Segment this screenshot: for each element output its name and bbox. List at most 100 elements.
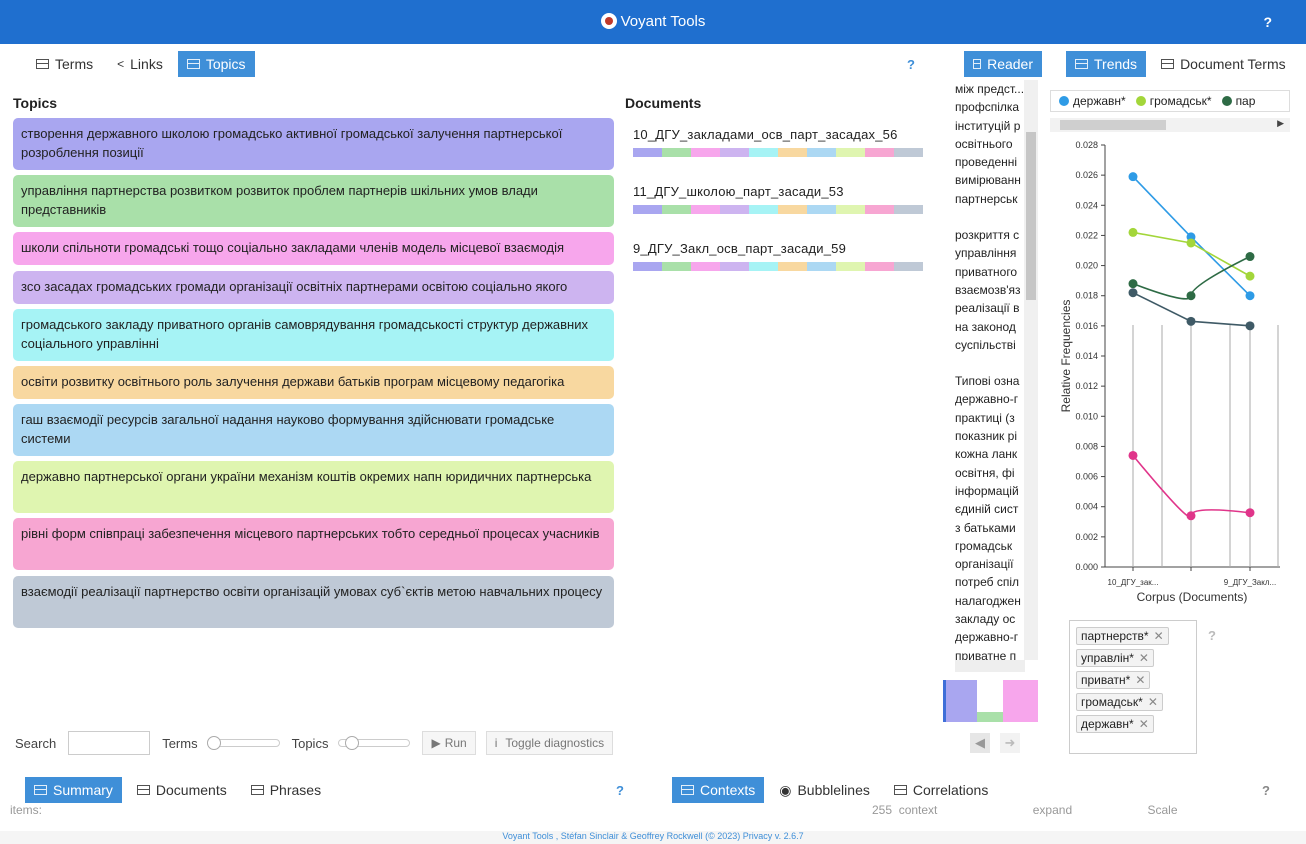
reader-line: з батьками — [955, 520, 1016, 535]
reader-line: кожна ланк — [955, 447, 1018, 462]
reader-line: державно-г — [955, 630, 1019, 645]
reader-line: вимірюванн — [955, 173, 1021, 188]
tab-contexts[interactable]: Contexts — [672, 777, 765, 803]
trends-legend[interactable]: державн* громадськ* пар — [1050, 90, 1290, 112]
toggle-diagnostics-button[interactable]: i Toggle diagnostics — [485, 731, 614, 755]
tab-links[interactable]: < Links — [108, 51, 172, 77]
term-chip[interactable]: громадськ* ✕ — [1076, 693, 1163, 711]
legend-item[interactable]: громадськ* — [1135, 94, 1212, 108]
reader-line: між предст... — [955, 82, 1025, 96]
topic-segment — [749, 205, 778, 214]
help-icon[interactable]: ? — [1262, 783, 1270, 798]
topic-segment — [807, 205, 836, 214]
topic-item[interactable]: управління партнерства розвитком розвито… — [13, 175, 614, 227]
term-chip-label: партнерств* — [1081, 629, 1149, 643]
topic-item[interactable]: рівні форм співпраці забезпечення місцев… — [13, 518, 614, 570]
tab-trends[interactable]: Trends — [1066, 51, 1147, 77]
reader-hscrollbar[interactable] — [955, 660, 1025, 672]
reader-line: профспілка — [955, 100, 1020, 115]
document-item[interactable]: 11_ДГУ_школою_парт_засади_53 — [633, 184, 923, 214]
app-header: Voyant Tools ? — [0, 0, 1306, 44]
tab-document-terms[interactable]: Document Terms — [1152, 51, 1295, 77]
topics-slider[interactable] — [338, 736, 411, 750]
tab-reader[interactable]: Reader — [964, 51, 1042, 77]
legend-item[interactable]: пар — [1221, 94, 1255, 108]
document-item[interactable]: 10_ДГУ_закладами_осв_парт_засадах_56 — [633, 127, 923, 157]
table-icon — [893, 785, 907, 795]
x-axis-label: Corpus (Documents) — [1137, 590, 1248, 604]
prev-arrow-icon[interactable]: ◀ — [970, 733, 990, 753]
topic-item[interactable]: гаш взаємодії ресурсів загальної надання… — [13, 404, 614, 456]
terms-slider[interactable] — [206, 736, 280, 750]
search-input[interactable] — [68, 731, 151, 755]
topic-segment — [720, 148, 749, 157]
trend-terms-box[interactable]: партнерств* ✕ управлін* ✕ приватн* ✕ громадськ… — [1069, 620, 1197, 754]
tab-documents[interactable]: Documents — [128, 777, 236, 803]
topic-item[interactable]: громадського закладу приватного органів … — [13, 309, 614, 361]
next-arrow-icon[interactable]: ➜ — [1000, 733, 1020, 753]
eye-icon: ◉ — [779, 781, 792, 798]
reader-scrollbar[interactable] — [1024, 80, 1038, 660]
help-icon[interactable]: ? — [616, 783, 624, 798]
tab-terms[interactable]: Terms — [27, 51, 102, 77]
legend-label: державн* — [1073, 94, 1126, 108]
tab-phrases[interactable]: Phrases — [242, 777, 330, 803]
legend-item[interactable]: державн* — [1059, 94, 1126, 108]
table-icon — [34, 785, 47, 795]
reader-line: практиці (з — [955, 410, 1015, 425]
topics-controls: Search Terms Topics ▶ Run i Toggle diagnos… — [15, 731, 623, 755]
reader-text: між предст... профспілка інституцій р освіт… — [955, 80, 1035, 660]
remove-icon[interactable]: ✕ — [1139, 717, 1149, 731]
run-button[interactable]: ▶ Run — [422, 731, 476, 755]
topic-item[interactable]: державно партнерської органи україни мех… — [13, 461, 614, 513]
contexts-controls[interactable]: 255 context expand Scale — [872, 803, 1232, 817]
document-item[interactable]: 9_ДГУ_Закл_осв_парт_засади_59 — [633, 241, 923, 271]
topic-segment — [691, 148, 720, 157]
term-chip[interactable]: партнерств* ✕ — [1076, 627, 1169, 645]
reader-line: інституцій р — [955, 118, 1021, 133]
topic-segment — [865, 205, 894, 214]
topic-item[interactable]: створення державного школою громадсько а… — [13, 118, 614, 170]
y-tick-label: 0.028 — [1075, 140, 1098, 150]
tab-correlations[interactable]: Correlations — [885, 777, 997, 803]
tab-bubblelines[interactable]: ◉ Bubblelines — [770, 777, 879, 803]
reader-minimap[interactable] — [943, 680, 1038, 722]
reader-line: освітня, фі — [955, 465, 1015, 480]
term-chip[interactable]: приватн* ✕ — [1076, 671, 1151, 689]
scroll-right-icon[interactable]: ▶ — [1277, 118, 1284, 129]
scrollbar-thumb[interactable] — [1026, 132, 1036, 300]
topic-segment — [662, 205, 691, 214]
reader-line: суспільстві — [955, 337, 1016, 352]
data-point — [1186, 511, 1196, 521]
trends-chart[interactable]: 0.000 0.002 0.004 0.006 0.008 0.010 0.012 0.014… — [1050, 135, 1290, 610]
tab-topics[interactable]: Topics — [177, 51, 255, 77]
tab-summary[interactable]: Summary — [25, 777, 122, 803]
table-icon — [1161, 59, 1175, 69]
remove-icon[interactable]: ✕ — [1135, 673, 1145, 687]
reader-line: закладу ос — [955, 612, 1016, 627]
reader-paragraph: між предст... профспілка інституцій р освіт… — [955, 80, 1035, 208]
bottom-left-tabs: Summary Documents Phrases — [25, 777, 336, 803]
topic-segment — [749, 262, 778, 271]
topic-item[interactable]: взаємодії реалізації партнерство освіти … — [13, 576, 614, 628]
term-chip-label: громадськ* — [1081, 695, 1143, 709]
documents-heading: Documents — [625, 95, 702, 111]
summary-items-control[interactable]: items: — [10, 803, 42, 817]
footer: Voyant Tools , Stéfan Sinclair & Geoffre… — [0, 831, 1306, 844]
remove-icon[interactable]: ✕ — [1139, 651, 1149, 665]
remove-icon[interactable]: ✕ — [1148, 695, 1158, 709]
data-point — [1245, 321, 1255, 331]
help-icon[interactable]: ? — [1208, 628, 1216, 643]
trends-tab-bar: Trends Document Terms — [1066, 51, 1306, 77]
topic-item[interactable]: школи спільноти громадські тощо соціальн… — [13, 232, 614, 265]
term-chip[interactable]: управлін* ✕ — [1076, 649, 1154, 667]
help-icon[interactable]: ? — [907, 57, 915, 72]
legend-scrollbar[interactable]: ▶ — [1050, 118, 1290, 132]
remove-icon[interactable]: ✕ — [1154, 629, 1164, 643]
y-tick-label: 0.006 — [1075, 472, 1098, 482]
y-tick-label: 0.024 — [1075, 200, 1098, 210]
help-button[interactable]: ? — [1263, 14, 1272, 30]
term-chip[interactable]: державн* ✕ — [1076, 715, 1154, 733]
topic-item[interactable]: освіти розвитку освітнього роль залученн… — [13, 366, 614, 399]
topic-item[interactable]: зсо засадах громадських громади організа… — [13, 271, 614, 304]
